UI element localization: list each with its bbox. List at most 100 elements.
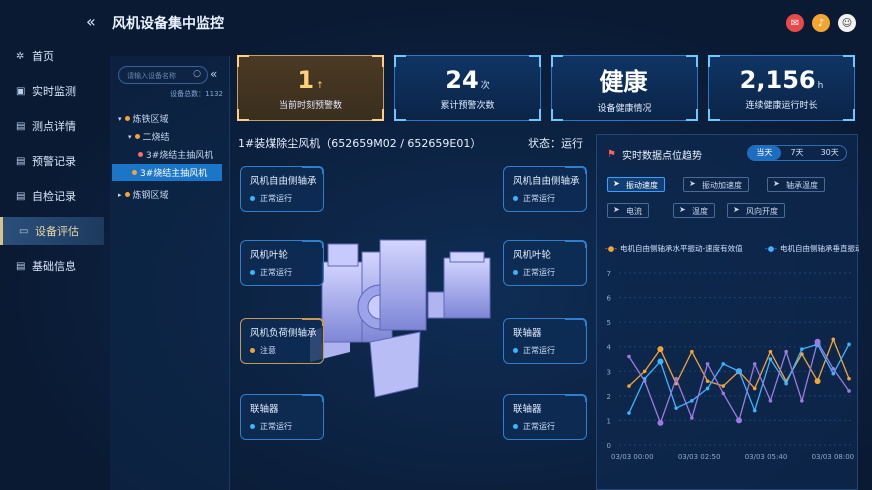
measure-point-card[interactable]: 联轴器 正常运行 xyxy=(503,318,587,364)
avatar[interactable]: ☺ xyxy=(838,14,856,32)
monitor-icon: ▣ xyxy=(16,85,26,97)
sidebar-item-4[interactable]: ▤ 自检记录 xyxy=(0,182,104,210)
legend-item[interactable]: -●-电机自由侧轴承垂直振动-速度有效值 xyxy=(765,243,859,254)
measure-point-card[interactable]: 风机自由侧轴承 正常运行 xyxy=(503,166,587,212)
sidebar-item-5[interactable]: ▭ 设备评估 xyxy=(0,217,104,245)
tree-node[interactable]: 3#烧结主抽风机 xyxy=(138,148,213,161)
sidebar-item-3[interactable]: ▤ 预警记录 xyxy=(0,147,104,175)
header-actions: ✉ ♪ ☺ xyxy=(786,14,856,32)
point-name: 风机叶轮 xyxy=(513,250,552,261)
point-status-text: 正常运行 xyxy=(523,268,555,277)
tab-decor xyxy=(302,240,324,248)
tab-decor xyxy=(302,394,324,402)
trend-panel: ⚑ 实时数据点位趋势 当天 7天 30天 ➤ 振动速度 ➤ 振动加速度 ➤ 轴承温度 ➤ 电流 ➤ 温度… xyxy=(596,134,859,490)
corner-decor xyxy=(394,109,406,121)
sidebar-item-6[interactable]: ▤ 基础信息 xyxy=(0,252,104,280)
kpi-label: 设备健康情况 xyxy=(597,104,652,114)
status-dot-icon xyxy=(250,424,255,429)
data-point xyxy=(690,349,694,354)
status-dot-icon xyxy=(513,196,518,201)
corner-decor xyxy=(686,109,698,121)
data-point xyxy=(752,408,757,413)
point-status-text: 正常运行 xyxy=(523,194,555,203)
kpi-unit: ↑ xyxy=(316,80,324,91)
data-point xyxy=(705,362,710,366)
collapse-menu-icon[interactable]: « xyxy=(86,12,96,31)
caret-down-icon[interactable]: ▾ xyxy=(128,133,132,141)
collapse-tree-icon[interactable]: « xyxy=(210,67,217,81)
device-status: 状态：运行 xyxy=(528,135,583,151)
kpi-value: 2,156 xyxy=(739,65,816,94)
data-point xyxy=(800,398,804,403)
tree-node[interactable]: ▾ 二烧结 xyxy=(128,130,170,144)
data-point xyxy=(847,342,851,347)
corner-decor xyxy=(394,55,406,67)
measure-point-card[interactable]: 风机叶轮正常运行 xyxy=(503,240,587,286)
tree-node-label: 炼铁区域 xyxy=(132,115,169,125)
measure-point-card[interactable]: 联轴器 正常运行 xyxy=(240,394,324,440)
data-point xyxy=(847,389,851,393)
tree-node[interactable]: ▸ 炼钢区域 xyxy=(118,188,169,202)
legend-label: 电机自由侧轴承水平振动-速度有效值 xyxy=(619,244,743,253)
tree-node[interactable]: 3#烧结主抽风机 xyxy=(112,164,222,181)
caret-down-icon[interactable]: ▾ xyxy=(118,115,122,123)
kpi-value: 健康 xyxy=(599,68,648,96)
corner-decor xyxy=(529,55,541,67)
legend-item[interactable]: -●- 电机自由侧轴承水平振动-速度有效值 xyxy=(605,243,743,254)
measure-point-card[interactable]: 联轴器 正常运行 xyxy=(503,394,587,440)
status-label: 状态： xyxy=(528,137,561,150)
sidebar-item-label: 测点详情 xyxy=(32,120,76,133)
data-point xyxy=(831,337,836,342)
point-status: 正常运行 xyxy=(513,421,586,432)
header: « 风机设备集中监控 ✉ ♪ ☺ xyxy=(0,0,872,44)
device-title: 1#装煤除尘风机（652659M02 / 652659E01） xyxy=(238,137,482,150)
kpi-card: 2,156 h 连续健康运行时长 xyxy=(708,55,855,121)
fan-icon: ✲ xyxy=(16,50,25,62)
status-dot-icon xyxy=(513,270,518,275)
sidebar-item-1[interactable]: ▣ 实时监测 xyxy=(0,77,104,105)
status-dot-icon xyxy=(250,348,255,353)
message-icon[interactable]: ✉ xyxy=(786,14,804,32)
data-point xyxy=(736,417,742,424)
sidebar-item-2[interactable]: ▤ 测点详情 xyxy=(0,112,104,140)
tab-decor xyxy=(565,318,587,326)
status-dot-icon xyxy=(132,170,137,175)
status-dot-icon xyxy=(513,348,518,353)
point-status-text: 正常运行 xyxy=(523,346,555,355)
data-point xyxy=(752,362,757,366)
measure-point-card[interactable]: 风机自由侧轴承 正常运行 xyxy=(240,166,324,212)
measure-point-card[interactable]: 风机负荷侧轴承 注意 xyxy=(240,318,324,364)
kpi-card: 24 次 累计预警次数 xyxy=(394,55,541,121)
measure-point-card[interactable]: 风机叶轮 正常运行 xyxy=(240,240,324,286)
data-point xyxy=(657,346,664,353)
caret-right-icon[interactable]: ▸ xyxy=(118,191,122,199)
point-status-text: 正常运行 xyxy=(260,422,292,431)
kpi-value: 24 xyxy=(445,65,479,94)
kpi-value-row: 2,156 h xyxy=(740,66,824,94)
corner-decor xyxy=(843,55,855,67)
alert-icon: ▤ xyxy=(16,155,26,167)
kpi-card: 健康 设备健康情况 xyxy=(551,55,698,121)
search-icon[interactable]: ○ xyxy=(193,69,201,79)
tab-decor xyxy=(302,166,324,174)
y-tick-label: 2 xyxy=(607,393,611,401)
corner-decor xyxy=(372,109,384,121)
y-tick-label: 7 xyxy=(607,270,611,278)
corner-decor xyxy=(708,55,720,67)
kpi-label: 累计预警次数 xyxy=(440,100,495,111)
sidebar-item-label: 首页 xyxy=(32,50,54,63)
kpi-label: 连续健康运行时长 xyxy=(745,100,818,111)
fan-machine-model xyxy=(310,239,491,398)
point-status-text: 正常运行 xyxy=(260,268,292,277)
tree-node[interactable]: ▾ 炼铁区域 xyxy=(118,112,169,126)
sidebar-item-label: 自检记录 xyxy=(32,190,76,203)
sound-icon[interactable]: ♪ xyxy=(812,14,830,32)
device-search-input[interactable]: 请输入设备名称 ○ xyxy=(118,66,208,84)
status-dot-icon xyxy=(124,192,130,197)
data-point xyxy=(768,349,773,354)
data-point xyxy=(674,376,678,381)
tree-node-label: 二烧结 xyxy=(142,133,170,143)
page-title: 风机设备集中监控 xyxy=(112,16,224,32)
sidebar-item-0[interactable]: ✲ 首页 xyxy=(0,42,104,70)
kpi-unit: 次 xyxy=(480,80,490,91)
